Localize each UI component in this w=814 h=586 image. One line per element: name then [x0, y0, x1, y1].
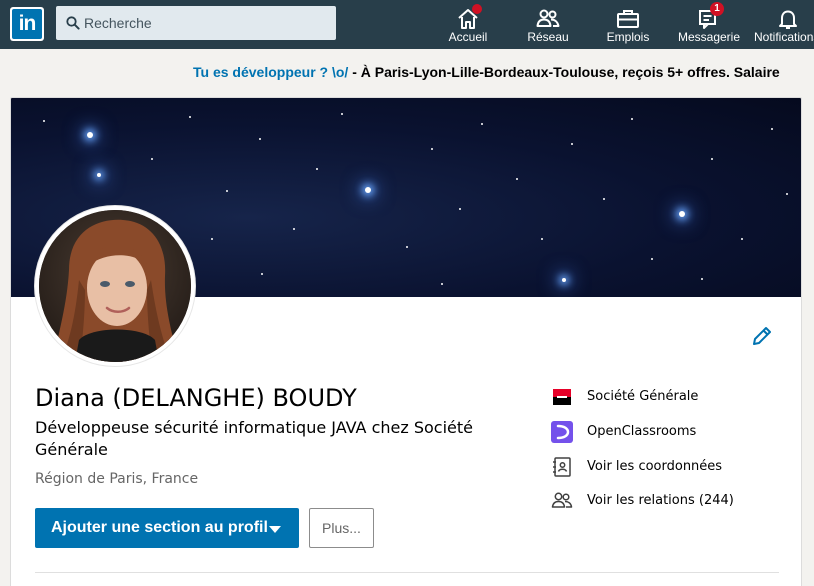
nav-item-network[interactable]: Réseau [518, 0, 578, 49]
societe-generale-logo-icon [553, 389, 571, 405]
banner-star [365, 187, 371, 193]
nav-item-messaging[interactable]: 1 Messagerie [676, 0, 742, 49]
promo-body: - À Paris-Lyon-Lille-Bordeaux-Toulouse, … [348, 64, 780, 80]
profile-location: Région de Paris, France [35, 471, 199, 487]
banner-star [87, 132, 93, 138]
nav-label-home: Accueil [448, 30, 488, 44]
banner-star [771, 128, 773, 130]
banner-star [741, 238, 743, 240]
nav-label-jobs: Emplois [606, 30, 650, 44]
banner-star [151, 158, 153, 160]
banner-star [43, 120, 45, 122]
people-icon [536, 9, 560, 27]
nav-label-messaging: Messagerie [677, 30, 741, 44]
contact-info-label: Voir les coordonnées [587, 459, 723, 474]
banner-star [651, 258, 653, 260]
current-company-label: Société Générale [587, 389, 699, 404]
profile-avatar[interactable] [35, 206, 195, 366]
banner-star [97, 173, 101, 177]
banner-star [481, 123, 483, 125]
banner-star [341, 113, 343, 115]
add-profile-section-label: Ajouter une section au profil [51, 519, 268, 536]
briefcase-icon [617, 10, 639, 28]
section-divider [35, 572, 779, 573]
linkedin-logo[interactable]: in [10, 7, 44, 41]
banner-star [516, 178, 518, 180]
banner-star [226, 190, 228, 192]
banner-star [701, 278, 703, 280]
banner-star [541, 238, 543, 240]
banner-star [431, 148, 433, 150]
nav-item-notifications[interactable]: Notifications [752, 0, 814, 49]
address-book-icon [553, 457, 571, 477]
connections-label: Voir les relations (244) [587, 493, 734, 508]
banner-star [259, 138, 261, 140]
promo-banner[interactable]: Tu es développeur ? \o/ - À Paris-Lyon-L… [0, 49, 814, 97]
pencil-icon [753, 327, 771, 345]
add-profile-section-button[interactable]: Ajouter une section au profil [35, 508, 299, 548]
nav-label-network: Réseau [527, 30, 569, 44]
connections-icon [551, 492, 573, 508]
banner-star [679, 211, 685, 217]
banner-star [441, 283, 443, 285]
banner-star [631, 118, 633, 120]
banner-star [459, 208, 461, 210]
edit-profile-button[interactable] [750, 324, 774, 348]
top-nav-bar: in Accueil Réseau Emploi [0, 0, 814, 49]
banner-star [571, 143, 573, 145]
banner-star [189, 116, 191, 118]
search-input[interactable] [84, 6, 329, 40]
nav-item-home[interactable]: Accueil [439, 0, 497, 49]
openclassrooms-logo-icon [551, 421, 573, 443]
nav-item-jobs[interactable]: Emplois [598, 0, 658, 49]
search-icon [66, 16, 80, 30]
banner-star [786, 193, 788, 195]
promo-text: Tu es développeur ? \o/ - À Paris-Lyon-L… [193, 64, 780, 80]
promo-link[interactable]: Tu es développeur ? \o/ [193, 64, 348, 80]
chevron-down-icon [269, 526, 281, 533]
profile-name: Diana (DELANGHE) BOUDY [35, 384, 357, 412]
education-label: OpenClassrooms [587, 424, 697, 439]
nav-label-notifications: Notifications [754, 30, 814, 44]
banner-star [261, 273, 263, 275]
messaging-badge: 1 [710, 2, 724, 16]
banner-star [603, 198, 605, 200]
banner-star [562, 278, 566, 282]
banner-star [293, 228, 295, 230]
more-button[interactable]: Plus... [309, 508, 374, 548]
search-box[interactable] [56, 6, 336, 40]
profile-headline: Développeuse sécurité informatique JAVA … [35, 418, 473, 459]
avatar-portrait-image [39, 210, 191, 362]
banner-star [316, 168, 318, 170]
bell-icon [779, 10, 797, 29]
banner-star [711, 158, 713, 160]
banner-star [406, 246, 408, 248]
banner-star [211, 238, 213, 240]
notification-dot [472, 4, 482, 14]
profile-card: Diana (DELANGHE) BOUDY Développeuse sécu… [10, 97, 802, 586]
linkedin-logo-text: in [12, 9, 42, 39]
